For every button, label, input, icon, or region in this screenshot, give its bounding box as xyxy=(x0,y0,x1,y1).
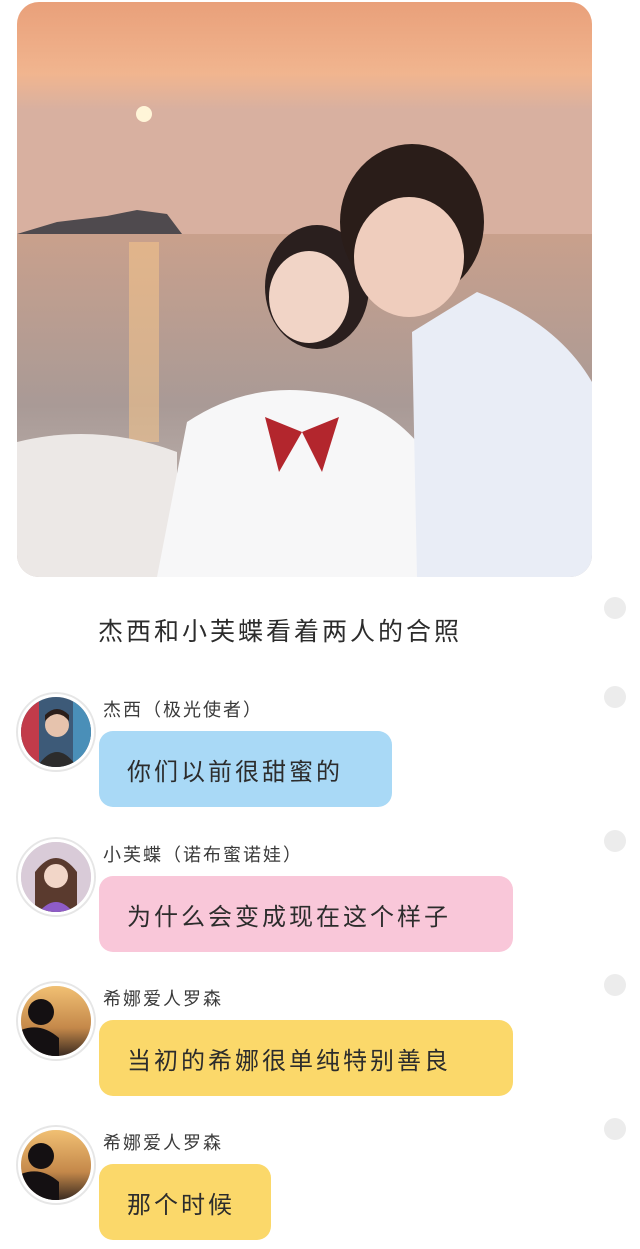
sender-name: 希娜爱人罗森 xyxy=(103,989,223,1010)
side-dot xyxy=(604,1118,626,1140)
side-dot xyxy=(604,974,626,996)
side-dot xyxy=(604,830,626,852)
message-bubble[interactable]: 为什么会变成现在这个样子 xyxy=(99,876,513,952)
side-dot xyxy=(604,597,626,619)
sender-name: 杰西（极光使者） xyxy=(103,700,263,721)
avatar-sunset-silhouette[interactable] xyxy=(18,983,94,1059)
sender-name: 小芙蝶（诺布蜜诺娃） xyxy=(103,845,303,866)
sender-name: 希娜爱人罗森 xyxy=(103,1133,223,1154)
message-bubble[interactable]: 当初的希娜很单纯特别善良 xyxy=(99,1020,513,1096)
side-dot xyxy=(604,686,626,708)
message-bubble[interactable]: 你们以前很甜蜜的 xyxy=(99,731,392,807)
avatar-boy-photo[interactable] xyxy=(18,694,94,770)
message-bubble[interactable]: 那个时候 xyxy=(99,1164,271,1240)
avatar-girl-photo[interactable] xyxy=(18,839,94,915)
scene-caption: 杰西和小芙蝶看着两人的合照 xyxy=(97,617,462,646)
avatar-sunset-silhouette[interactable] xyxy=(18,1127,94,1203)
couple-photo[interactable] xyxy=(17,2,592,577)
